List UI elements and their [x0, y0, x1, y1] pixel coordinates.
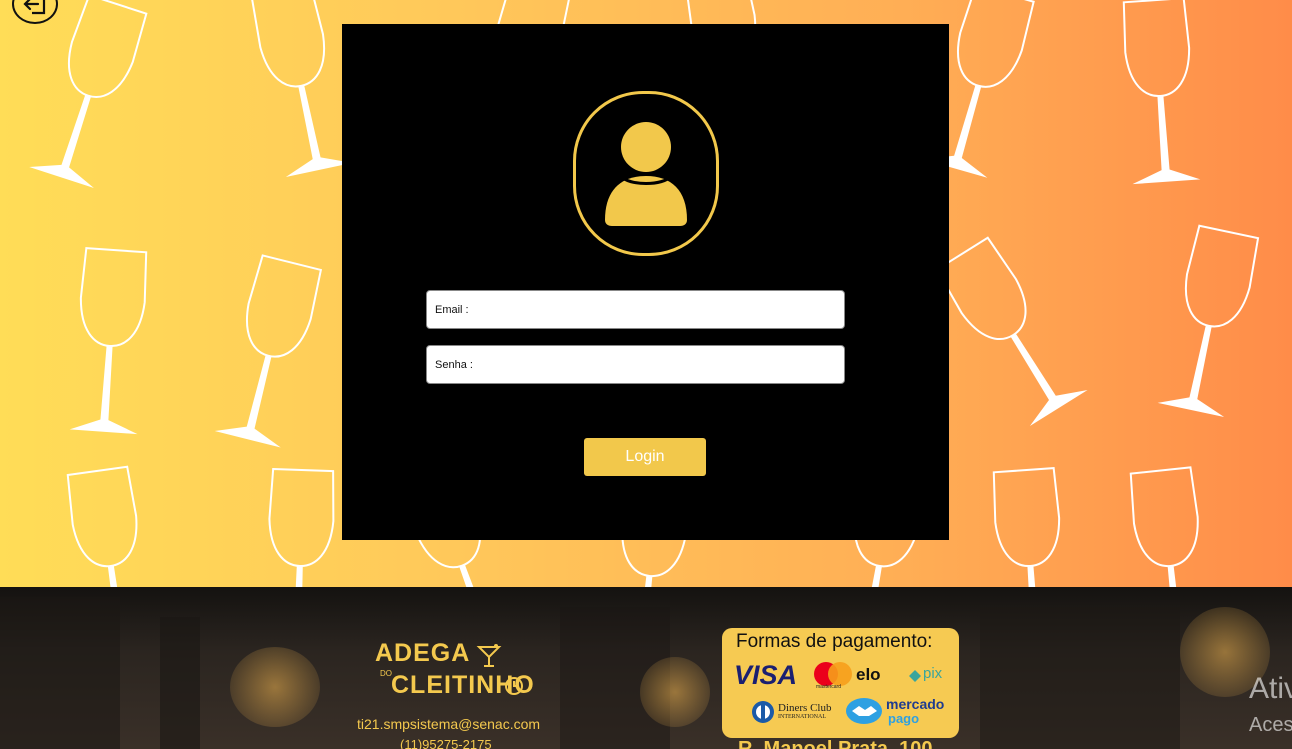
- wine-glass-icon: [992, 467, 1071, 587]
- wine-glass-icon: [214, 254, 323, 448]
- logout-arrow-icon: [23, 0, 46, 15]
- brand-logo-top: ADEGA: [375, 639, 471, 667]
- mercado-pago-handshake-icon: [846, 698, 882, 724]
- cocktail-icon: [476, 644, 502, 667]
- mercado-pago-sub: pago: [888, 711, 920, 726]
- mercado-pago-logo: mercado: [886, 696, 945, 712]
- login-button[interactable]: Login: [584, 438, 706, 476]
- windows-activation-subtitle: Aces: [1249, 714, 1292, 736]
- diners-club-logo: Diners Club: [778, 702, 832, 714]
- bar-light: [230, 647, 320, 727]
- mastercard-label: mastercard: [816, 684, 842, 690]
- elo-logo: elo: [856, 665, 881, 684]
- wine-glass-icon: [1129, 466, 1214, 587]
- contact-phone: (11)95275-2175: [400, 737, 492, 749]
- wine-glass-icon: [262, 467, 335, 587]
- password-field[interactable]: [426, 345, 845, 384]
- diners-club-sub: INTERNATIONAL: [778, 714, 826, 720]
- login-panel: Login: [342, 24, 949, 540]
- contact-email: ti21.smpsistema@senac.com: [357, 716, 541, 732]
- wine-glass-icon: [935, 236, 1088, 427]
- clock-icon: [505, 677, 523, 695]
- pix-icon: [909, 670, 921, 682]
- diners-club-icon: [752, 701, 774, 723]
- wine-glass-icon: [69, 247, 148, 435]
- email-field[interactable]: [426, 290, 845, 329]
- payments-title: Formas de pagamento:: [736, 631, 933, 652]
- wine-glass-icon: [29, 0, 148, 189]
- avatar: [573, 91, 719, 256]
- wine-glass-icon: [250, 0, 353, 178]
- user-avatar-icon: [605, 122, 687, 226]
- payment-methods-card: Formas de pagamento: VISA mastercard elo…: [722, 628, 959, 738]
- bar-shelf: [0, 597, 120, 749]
- pix-logo: pix: [923, 665, 943, 682]
- visa-logo: VISA: [734, 660, 798, 690]
- wine-glass-icon: [66, 465, 157, 587]
- footer: ADEGA DO CLEITINHO ti21.smpsistema@senac…: [0, 587, 1292, 749]
- bar-light: [640, 657, 710, 727]
- hero-background: Login: [0, 0, 1292, 587]
- wine-glass-icon: [1122, 0, 1201, 185]
- bar-shelf: [980, 607, 1180, 749]
- wine-glass-icon: [1157, 224, 1260, 418]
- windows-activation-title: Ativ: [1249, 672, 1292, 705]
- bar-shelf: [160, 617, 200, 749]
- store-address: R. Manoel Prata, 100: [738, 738, 933, 749]
